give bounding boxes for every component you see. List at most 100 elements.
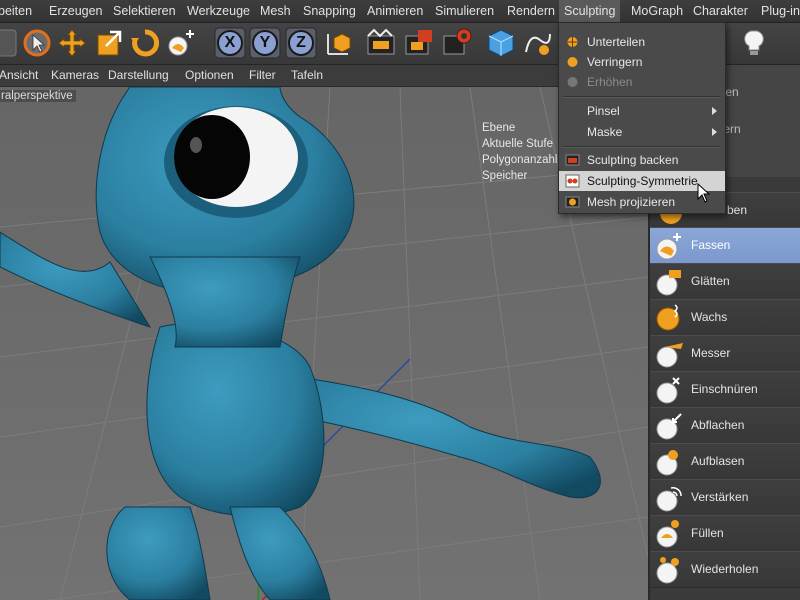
axis-y-button[interactable]: Y <box>248 26 282 60</box>
cube-icon[interactable] <box>484 26 518 60</box>
brush-aufblasen[interactable]: Aufblasen <box>650 443 800 480</box>
brush-label: Füllen <box>691 526 724 540</box>
menu-werkzeuge[interactable]: Werkzeuge <box>187 0 250 22</box>
rotate-icon[interactable] <box>128 26 162 60</box>
spline-pen-icon[interactable] <box>520 26 554 60</box>
brush-glätten[interactable]: Glätten <box>650 263 800 300</box>
symmetry-icon <box>565 174 580 188</box>
menu-charakter[interactable]: Charakter <box>693 0 748 22</box>
menu-sculpting[interactable]: Sculpting <box>559 0 621 22</box>
menu-item-pinsel[interactable]: Pinsel <box>559 101 725 121</box>
viewmenu-filter[interactable]: Filter <box>249 65 276 86</box>
brush-label: Fassen <box>691 238 731 252</box>
axis-x-label: X <box>224 34 236 51</box>
hud-speicher: Speicher <box>482 170 528 182</box>
flatten-brush-icon <box>656 413 682 440</box>
knife-brush-icon <box>656 343 683 368</box>
decrease-icon <box>567 57 578 67</box>
axis-z-button[interactable]: Z <box>284 26 318 60</box>
smooth-brush-icon <box>656 270 681 296</box>
menu-rendern[interactable]: Rendern <box>507 0 555 22</box>
axis-z-label: Z <box>296 34 306 51</box>
brush-grab-icon[interactable] <box>164 26 198 60</box>
menu-simulieren[interactable]: Simulieren <box>435 0 494 22</box>
menu-plugins[interactable]: Plug-in <box>761 0 800 22</box>
brush-abflachen[interactable]: Abflachen <box>650 407 800 444</box>
menu-item-label: Maske <box>587 125 623 139</box>
viewport-camera-label: ralperspektive <box>0 90 76 102</box>
menu-item-unterteilen[interactable]: Unterteilen <box>559 32 725 52</box>
viewmenu-tafeln[interactable]: Tafeln <box>291 65 323 86</box>
menu-snapping[interactable]: Snapping <box>303 0 356 22</box>
brush-wiederholen[interactable]: Wiederholen <box>650 551 800 588</box>
menu-item-maske[interactable]: Maske <box>559 122 725 142</box>
menu-item-erhoehen: Erhöhen <box>559 72 725 92</box>
scale-icon[interactable] <box>92 26 126 60</box>
grab-brush-icon <box>656 233 681 260</box>
rect-select-icon[interactable] <box>0 26 20 60</box>
menu-animieren[interactable]: Animieren <box>367 0 423 22</box>
render-picture-icon[interactable] <box>402 26 436 60</box>
brush-messer[interactable]: Messer <box>650 335 800 372</box>
menu-item-label: Sculpting backen <box>587 153 679 167</box>
mouse-cursor-icon <box>697 183 711 203</box>
subdivide-icon <box>567 37 578 47</box>
brush-label: Wiederholen <box>691 562 759 576</box>
brush-label: Aufblasen <box>691 454 745 468</box>
brush-label: Glätten <box>691 274 730 288</box>
light-icon[interactable] <box>737 26 771 60</box>
viewmenu-ansicht[interactable]: Ansicht <box>0 65 38 86</box>
hud-ebene: Ebene <box>482 122 516 134</box>
menu-item-sculpting-backen[interactable]: Sculpting backen <box>559 150 725 170</box>
hud-aktuelle-stufe: Aktuelle Stufe <box>482 138 553 150</box>
menu-item-label: Mesh projizieren <box>587 195 676 209</box>
submenu-arrow-icon <box>712 107 717 115</box>
move-icon[interactable] <box>55 26 89 60</box>
menu-bearbeiten[interactable]: beiten <box>0 0 32 22</box>
menu-separator <box>563 96 721 98</box>
render-view-icon[interactable] <box>364 26 398 60</box>
brush-füllen[interactable]: Füllen <box>650 515 800 552</box>
axis-y-label: Y <box>259 34 271 51</box>
menu-selektieren[interactable]: Selektieren <box>113 0 176 22</box>
viewport-menu: Ansicht Kameras Darstellung Optionen Fil… <box>0 65 650 87</box>
inflate-brush-icon <box>656 450 678 476</box>
menu-item-verringern[interactable]: Verringern <box>559 52 725 72</box>
project-mesh-icon <box>565 196 580 208</box>
menu-item-label: Unterteilen <box>587 35 646 49</box>
render-settings-icon[interactable] <box>440 26 474 60</box>
menu-item-label: Erhöhen <box>587 75 633 89</box>
pinch-brush-icon <box>656 377 680 404</box>
bake-icon <box>565 154 580 166</box>
menu-mograph[interactable]: MoGraph <box>631 0 683 22</box>
hud-polygonanzahl: Polygonanzahl <box>482 154 558 166</box>
viewmenu-kameras[interactable]: Kameras <box>51 65 99 86</box>
amplify-brush-icon <box>656 487 682 512</box>
brush-label: Abflachen <box>691 418 745 432</box>
brush-label: Einschnüren <box>691 382 758 396</box>
brush-label: Wachs <box>691 310 728 324</box>
menu-bar: beiten Erzeugen Selektieren Werkzeuge Me… <box>0 0 800 23</box>
brush-wachs[interactable]: Wachs <box>650 299 800 336</box>
live-select-icon[interactable] <box>20 26 54 60</box>
viewmenu-optionen[interactable]: Optionen <box>185 65 234 86</box>
submenu-arrow-icon <box>712 128 717 136</box>
menu-erzeugen[interactable]: Erzeugen <box>49 0 103 22</box>
brush-partial-label: ben <box>727 203 748 217</box>
brush-label: Messer <box>691 346 731 360</box>
menu-separator <box>563 146 721 148</box>
3d-viewport[interactable]: ralperspektive Ebene Aktuelle Stufe Poly… <box>0 87 648 600</box>
coordinate-system-icon[interactable] <box>320 26 354 60</box>
viewport-hud: Ebene Aktuelle Stufe Polygonanzahl Speic… <box>482 120 557 184</box>
increase-icon <box>567 77 578 87</box>
menu-item-label: Verringern <box>587 55 643 69</box>
menu-mesh[interactable]: Mesh <box>260 0 291 22</box>
alien-eye <box>164 106 308 218</box>
viewmenu-darstellung[interactable]: Darstellung <box>108 65 169 86</box>
brush-fassen[interactable]: Fassen <box>650 227 800 264</box>
axis-x-button[interactable]: X <box>213 26 247 60</box>
brush-verstärken[interactable]: Verstärken <box>650 479 800 516</box>
brush-einschnüren[interactable]: Einschnüren <box>650 371 800 408</box>
fill-brush-icon <box>656 520 679 548</box>
brush-label: Verstärken <box>691 490 749 504</box>
